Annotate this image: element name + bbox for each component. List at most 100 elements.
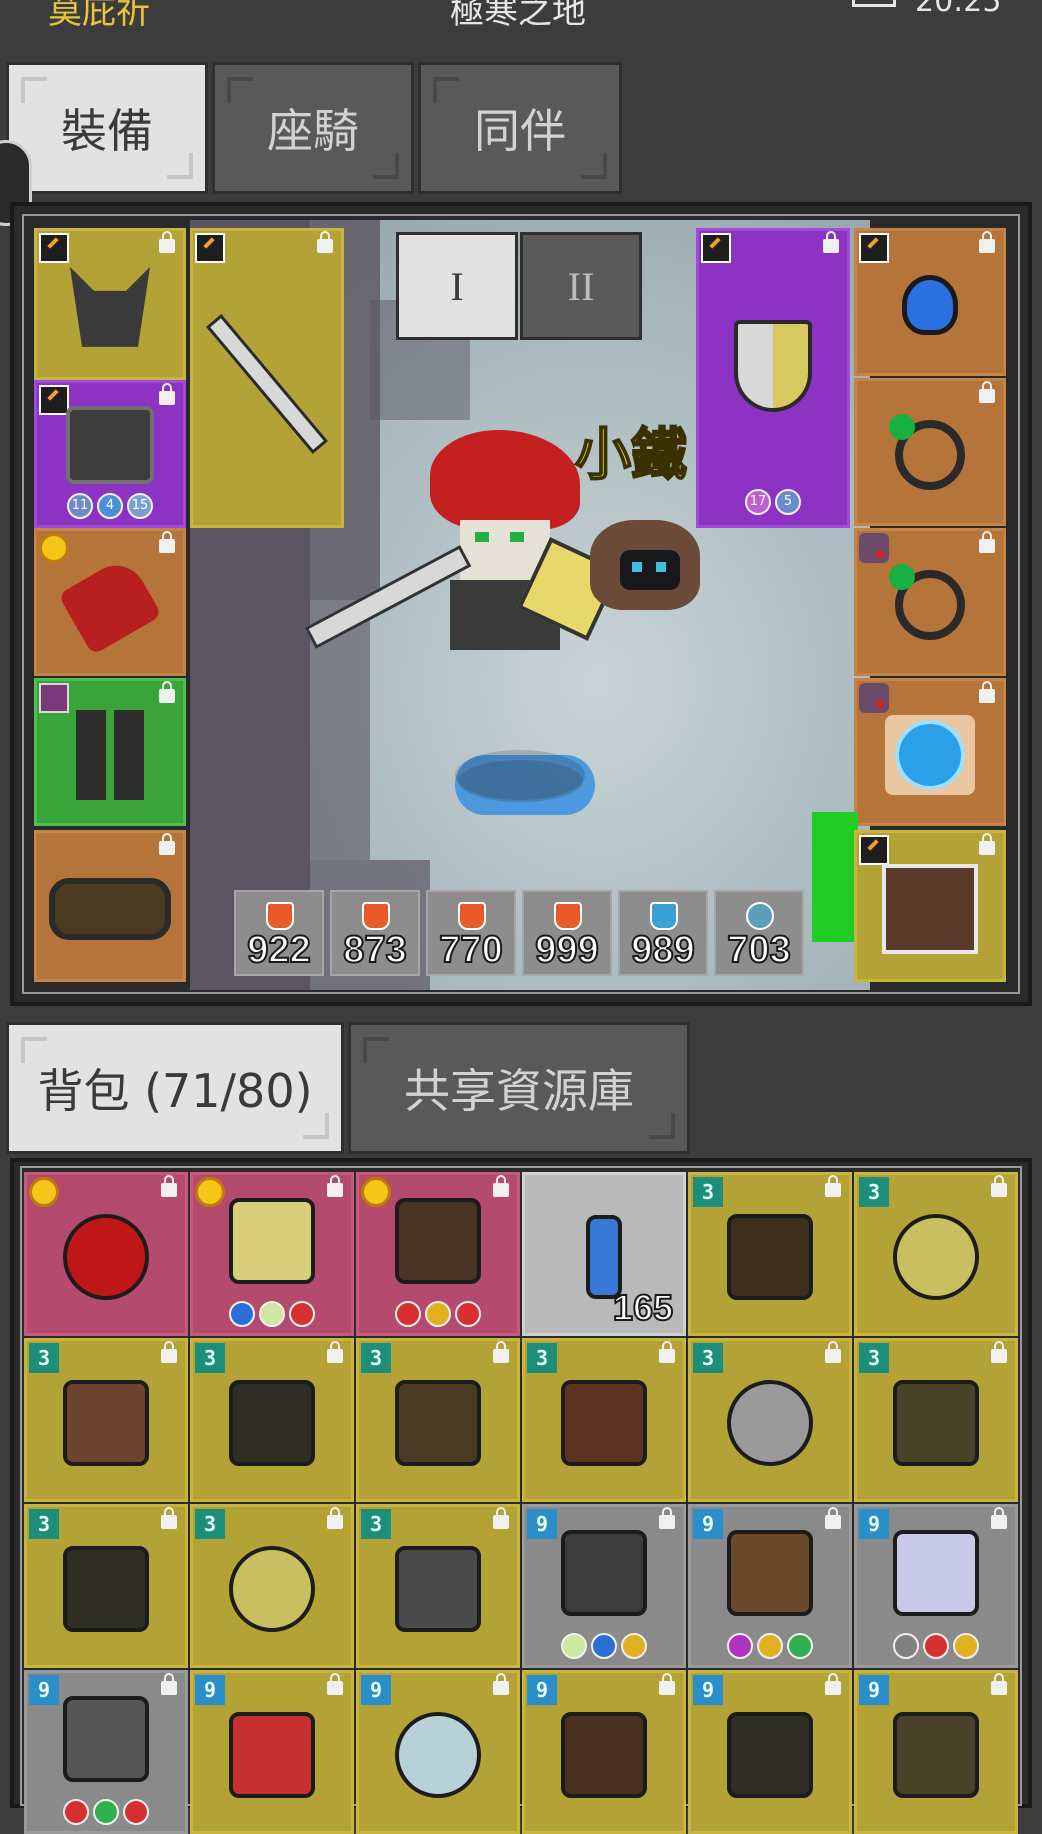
gem-icon xyxy=(621,1633,647,1659)
potion-slot[interactable]: 770 xyxy=(426,890,516,976)
spellbook-icon xyxy=(229,1712,315,1799)
potion-slot[interactable]: 922 xyxy=(234,890,324,976)
potion-slot[interactable]: 989 xyxy=(618,890,708,976)
inventory-slot[interactable] xyxy=(356,1172,520,1336)
equip-slot-helmet[interactable] xyxy=(34,228,186,380)
potion-slot[interactable]: 999 xyxy=(522,890,612,976)
inventory-slot[interactable]: 3 xyxy=(356,1338,520,1502)
tab-companion[interactable]: 同伴 xyxy=(418,62,622,194)
lock-icon xyxy=(979,231,995,253)
inventory-slot[interactable]: 3 xyxy=(24,1338,188,1502)
boots-icon xyxy=(727,1712,813,1799)
equip-slot-weapon[interactable] xyxy=(190,228,344,528)
inventory-slot[interactable]: 3 xyxy=(190,1338,354,1502)
inventory-slot[interactable]: 9 xyxy=(854,1670,1018,1834)
lock-icon xyxy=(979,381,995,403)
inventory-slot[interactable]: 165 xyxy=(522,1172,686,1336)
companion-sprite xyxy=(590,520,700,610)
enhance-plus-icon xyxy=(859,683,889,713)
potion-count: 770 xyxy=(438,928,503,972)
inventory-slot[interactable] xyxy=(24,1172,188,1336)
gem-icon xyxy=(229,1301,255,1327)
tab-label: 共享資源庫 xyxy=(404,1064,634,1118)
inventory-slot[interactable]: 3 xyxy=(688,1172,852,1336)
equip-slot-armor[interactable]: 11 4 15 xyxy=(34,380,186,528)
equip-slot-belt[interactable] xyxy=(34,830,186,982)
potion-count: 999 xyxy=(534,928,599,972)
inventory-slot[interactable]: 3 xyxy=(854,1172,1018,1336)
gem-row xyxy=(359,1301,517,1327)
equip-slot-pet[interactable] xyxy=(854,830,1006,982)
tier-badge: 3 xyxy=(29,1509,59,1539)
inventory-slot[interactable]: 9 xyxy=(688,1504,852,1668)
lock-icon xyxy=(493,1507,509,1529)
gem-icon xyxy=(787,1633,813,1659)
gem-icon xyxy=(259,1301,285,1327)
inventory-slot[interactable]: 9 xyxy=(356,1670,520,1834)
potion-slot[interactable]: 873 xyxy=(330,890,420,976)
gem-icon xyxy=(93,1799,119,1825)
coin-icon xyxy=(29,1177,59,1207)
inventory-slot[interactable]: 9 xyxy=(24,1670,188,1834)
gem-level-row: 17 5 xyxy=(699,489,847,515)
gem-level: 11 xyxy=(67,493,93,519)
tab-shared-storage[interactable]: 共享資源庫 xyxy=(348,1022,690,1154)
inventory-slot[interactable]: 9 xyxy=(190,1670,354,1834)
equip-slot-amulet[interactable] xyxy=(854,678,1006,826)
gem-level: 5 xyxy=(775,489,801,515)
gear-set-label: I xyxy=(450,263,464,309)
gem-level: 17 xyxy=(745,489,771,515)
inventory-slot[interactable]: 9 xyxy=(854,1504,1018,1668)
lock-icon xyxy=(991,1673,1007,1695)
upgrade-arrow-icon xyxy=(39,385,69,415)
gold-necklace-icon xyxy=(229,1546,315,1633)
inventory-slot[interactable]: 3 xyxy=(854,1338,1018,1502)
gem-row xyxy=(27,1799,185,1825)
red-gauntlet-icon xyxy=(57,554,163,656)
inventory-slot[interactable]: 9 xyxy=(688,1670,852,1834)
tier-badge: 9 xyxy=(527,1675,557,1705)
equip-slot-necklace[interactable] xyxy=(854,228,1006,376)
inventory-slot[interactable]: 9 xyxy=(522,1670,686,1834)
tab-mount[interactable]: 座騎 xyxy=(212,62,414,194)
horned-helmet-icon xyxy=(65,262,155,352)
lock-icon xyxy=(825,1341,841,1363)
equip-slot-boots[interactable] xyxy=(34,678,186,826)
player-name: 莫庇祈 xyxy=(48,0,150,32)
enhance-plus-icon xyxy=(859,533,889,563)
equip-slot-gloves[interactable] xyxy=(34,528,186,676)
potion-slot[interactable]: 703 xyxy=(714,890,804,976)
inventory-slot[interactable]: 3 xyxy=(24,1504,188,1668)
tab-backpack[interactable]: 背包 (71/80) xyxy=(6,1022,344,1154)
tier-badge: 3 xyxy=(195,1343,225,1373)
gauntlet-icon xyxy=(395,1546,481,1633)
equip-slot-ring-1[interactable] xyxy=(854,378,1006,526)
equip-slot-offhand[interactable]: 17 5 xyxy=(696,228,850,528)
inventory-slot[interactable]: 3 xyxy=(522,1338,686,1502)
gem-icon xyxy=(63,1799,89,1825)
hood-icon xyxy=(893,1712,979,1799)
tier-badge: 3 xyxy=(361,1343,391,1373)
inventory-slot[interactable] xyxy=(190,1172,354,1336)
companion-name: 小鐵 xyxy=(574,422,688,489)
lock-icon xyxy=(159,383,175,405)
coin-icon xyxy=(195,1177,225,1207)
gold-necklace-icon xyxy=(893,1214,979,1301)
lock-icon xyxy=(825,1175,841,1197)
gem-row xyxy=(525,1633,683,1659)
gear-set-tab-1[interactable]: I xyxy=(396,232,518,340)
emerald-ring-icon xyxy=(889,413,965,490)
inventory-slot[interactable]: 9 xyxy=(522,1504,686,1668)
tab-equipment[interactable]: 裝備 xyxy=(6,62,208,194)
gear-set-tab-2[interactable]: II xyxy=(520,232,642,340)
leather-armor-icon xyxy=(727,1214,813,1301)
inventory-slot[interactable]: 3 xyxy=(688,1338,852,1502)
tab-label: 同伴 xyxy=(474,104,566,158)
lock-icon xyxy=(327,1507,343,1529)
equip-slot-ring-2[interactable] xyxy=(854,528,1006,676)
lock-icon xyxy=(979,531,995,553)
potion-count: 873 xyxy=(342,928,407,972)
inventory-slot[interactable]: 3 xyxy=(356,1504,520,1668)
inventory-slot[interactable]: 3 xyxy=(190,1504,354,1668)
gem-icon xyxy=(893,1633,919,1659)
